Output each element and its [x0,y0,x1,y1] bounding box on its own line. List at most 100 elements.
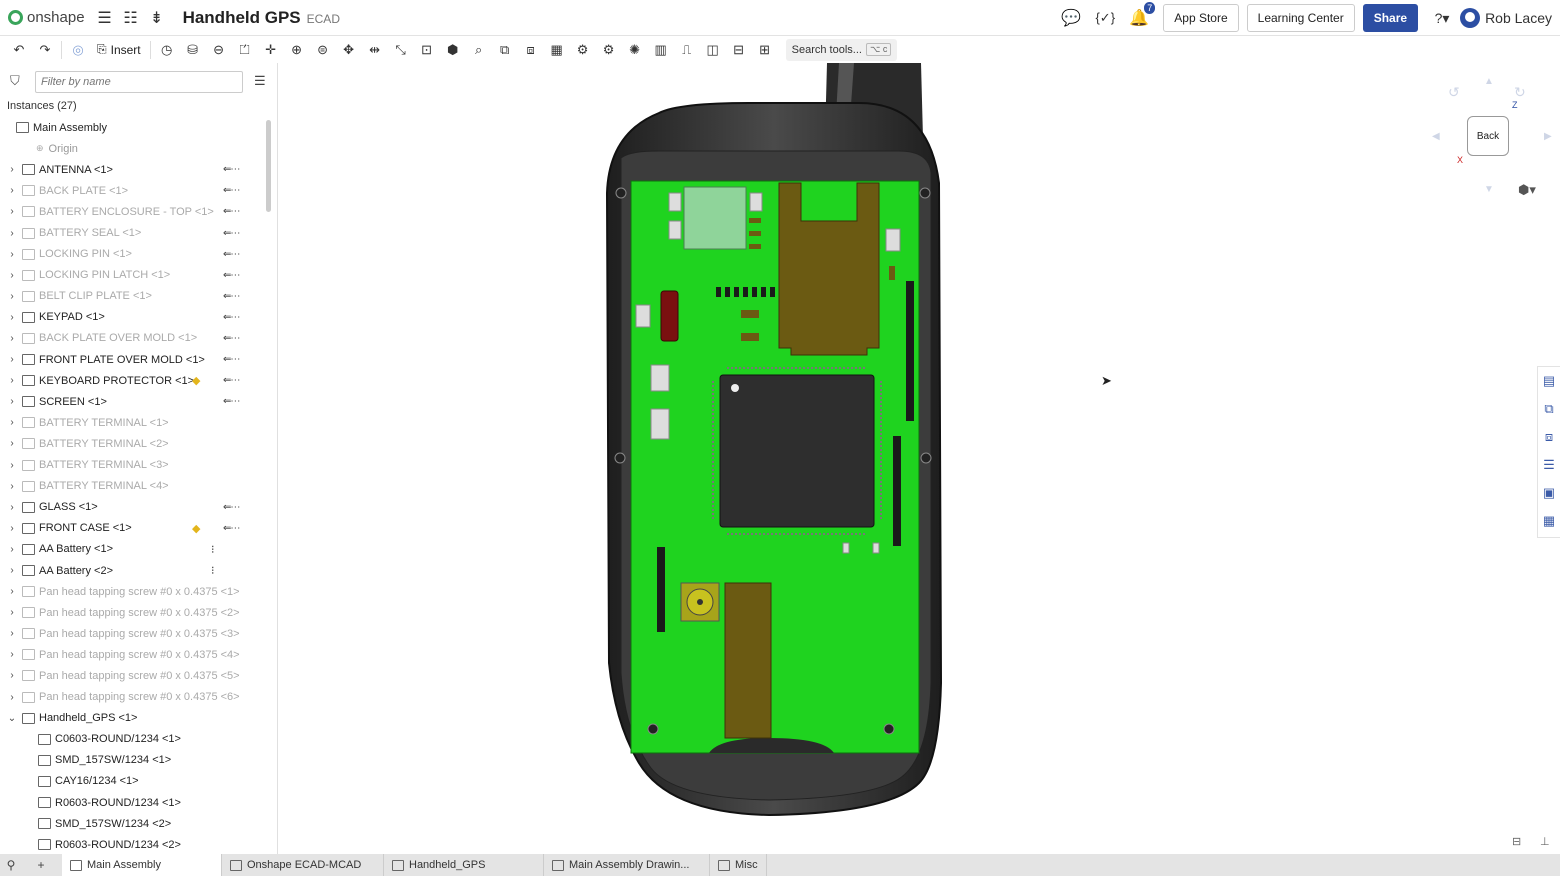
measure-toggle-icon[interactable]: ⊥ [1540,835,1550,848]
appearance-icon[interactable]: ▣ [1538,479,1560,507]
rotate-cw-arrow-icon[interactable]: ↻ [1514,84,1526,101]
chevron-right-icon[interactable]: › [6,692,18,703]
tree-row[interactable]: › Pan head tapping screw #0 x 0.4375 <4> [0,644,262,665]
tree-row[interactable]: › AA Battery <2> ⁝ [0,560,262,581]
fastened-mate-icon[interactable]: ⊖ [206,38,232,62]
tree-row[interactable]: R0603-ROUND/1234 <1> [0,792,262,813]
chevron-right-icon[interactable]: › [6,354,18,365]
filter-input[interactable] [35,71,243,93]
tab-search-icon[interactable]: ⚲ [0,854,22,876]
pin-slot-mate-icon[interactable]: ⊜ [310,38,336,62]
replicate-icon[interactable]: ◷ [154,38,180,62]
tree-row[interactable]: › BATTERY TERMINAL <4> [0,476,262,497]
chevron-right-icon[interactable]: › [6,523,18,534]
mate-indicator-icon[interactable]: ⇐⋯ [223,206,240,217]
mate-indicator-icon[interactable]: ⇐⋯ [223,164,240,175]
mate-indicator-icon[interactable]: ⇐⋯ [223,228,240,239]
refresh-icon[interactable]: ◎ [65,38,91,62]
chevron-right-icon[interactable]: › [6,481,18,492]
configuration-icon[interactable]: ⊞ [752,38,778,62]
undo-icon[interactable]: ↶ [6,38,32,62]
chevron-right-icon[interactable]: › [6,206,18,217]
mate-indicator-icon[interactable]: ⇐⋯ [223,396,240,407]
tree-row[interactable]: SMD_157SW/1234 <1> [0,750,262,771]
tree-row[interactable]: › BACK PLATE OVER MOLD <1> ⇐⋯ [0,328,262,349]
chevron-down-icon[interactable]: ⌄ [6,713,18,724]
tab-handheld-gps[interactable]: Handheld_GPS [384,854,544,876]
tree-row[interactable]: › BATTERY TERMINAL <3> [0,455,262,476]
tree-row[interactable]: SMD_157SW/1234 <2> [0,813,262,834]
tree-row[interactable]: › BELT CLIP PLATE <1> ⇐⋯ [0,286,262,307]
tree-row[interactable]: › BATTERY TERMINAL <1> [0,412,262,433]
comments-icon[interactable]: 💬 [1061,8,1081,28]
variables-icon[interactable]: {✓} [1095,8,1115,28]
group-icon[interactable]: ⚙ [570,38,596,62]
chevron-right-icon[interactable]: › [6,502,18,513]
tree-row[interactable]: R0603-ROUND/1234 <2> [0,834,262,854]
chevron-right-icon[interactable]: › [6,228,18,239]
view-cube[interactable]: ▲ ↺ ↻ ◀ ▶ ▼ Back Z X [1432,76,1552,196]
add-tab-icon[interactable]: + [30,854,52,876]
feature-list-icon[interactable]: ☷ [121,8,141,28]
user-menu[interactable]: Rob Lacey [1460,8,1552,28]
graphics-viewport[interactable] [279,63,1560,854]
menu-icon[interactable]: ☰ [95,8,115,28]
tree-row[interactable]: › BACK PLATE <1> ⇐⋯ [0,180,262,201]
document-title[interactable]: Handheld GPS [183,8,301,28]
calendar-icon[interactable]: ▦ [1538,507,1560,535]
width-mate-icon[interactable]: ⬢ [440,38,466,62]
mate-indicator-icon[interactable]: ⇐⋯ [223,333,240,344]
chevron-right-icon[interactable]: › [6,460,18,471]
chevron-right-icon[interactable]: › [6,565,18,576]
tree-row[interactable]: › LOCKING PIN <1> ⇐⋯ [0,244,262,265]
chevron-right-icon[interactable]: › [6,185,18,196]
properties-icon[interactable]: ▤ [1538,367,1560,395]
rotate-left-arrow-icon[interactable]: ◀ [1432,131,1440,142]
tree-row[interactable]: C0603-ROUND/1234 <1> [0,729,262,750]
tree-row[interactable]: › KEYBOARD PROTECTOR <1> ◆ ⇐⋯ [0,370,262,391]
chevron-right-icon[interactable]: › [6,291,18,302]
chevron-right-icon[interactable]: › [6,312,18,323]
mass-properties-icon[interactable]: ◫ [700,38,726,62]
measure-icon[interactable]: ⎍ [674,38,700,62]
planar-mate-icon[interactable]: ✥ [336,38,362,62]
search-tools[interactable]: Search tools... ⌥ c [785,38,898,61]
notifications-bell-icon[interactable]: 🔔 7 [1129,2,1156,28]
section-toggle-icon[interactable]: ⊟ [1512,835,1521,848]
tree-row[interactable]: ⌄ Handheld_GPS <1> [0,708,262,729]
chevron-right-icon[interactable]: › [6,270,18,281]
tab-onshape-ecad-mcad[interactable]: Onshape ECAD-MCAD [222,854,384,876]
mate-indicator-icon[interactable]: ⇐⋯ [223,312,240,323]
chevron-right-icon[interactable]: › [6,417,18,428]
list-options-icon[interactable]: ☰ [254,73,266,89]
parallel-mate-icon[interactable]: ⇹ [362,38,388,62]
named-views-icon[interactable]: ⊟ [726,38,752,62]
tree-row[interactable]: › FRONT CASE <1> ◆ ⇐⋯ [0,518,262,539]
slider-mate-icon[interactable]: ✛ [258,38,284,62]
app-store-button[interactable]: App Store [1163,4,1239,32]
rotate-down-arrow-icon[interactable]: ▼ [1484,184,1494,195]
bom-icon[interactable]: ☰ [1538,451,1560,479]
view-options-dropdown-icon[interactable]: ⬢▾ [1518,182,1536,198]
explode-icon[interactable]: ✺ [622,38,648,62]
tree-row[interactable]: ⊕ Origin [0,138,262,159]
cylindrical-mate-icon[interactable]: ⊕ [284,38,310,62]
chevron-right-icon[interactable]: › [6,396,18,407]
mate-indicator-icon[interactable]: ⇐⋯ [223,375,240,386]
tree-row[interactable]: › LOCKING PIN LATCH <1> ⇐⋯ [0,265,262,286]
chevron-right-icon[interactable]: › [6,375,18,386]
chevron-right-icon[interactable]: › [6,333,18,344]
mate-indicator-icon[interactable]: ⇐⋯ [223,502,240,513]
rack-pinion-icon[interactable]: ⧉ [492,38,518,62]
insert-button[interactable]: ⎘ Insert [91,38,147,62]
rotate-up-arrow-icon[interactable]: ▲ [1484,76,1494,87]
help-icon[interactable]: ?▾ [1432,8,1452,28]
ball-mate-icon[interactable]: ⤡ [388,38,414,62]
tree-row[interactable]: › SCREEN <1> ⇐⋯ [0,391,262,412]
gear-relation-icon[interactable]: ⌕ [466,38,492,62]
chevron-right-icon[interactable]: › [6,607,18,618]
mate-indicator-icon[interactable]: ⇐⋯ [223,523,240,534]
parts-icon[interactable]: ⧉ [1538,395,1560,423]
tab-misc[interactable]: Misc [710,854,767,876]
tree-row[interactable]: › ANTENNA <1> ⇐⋯ [0,159,262,180]
